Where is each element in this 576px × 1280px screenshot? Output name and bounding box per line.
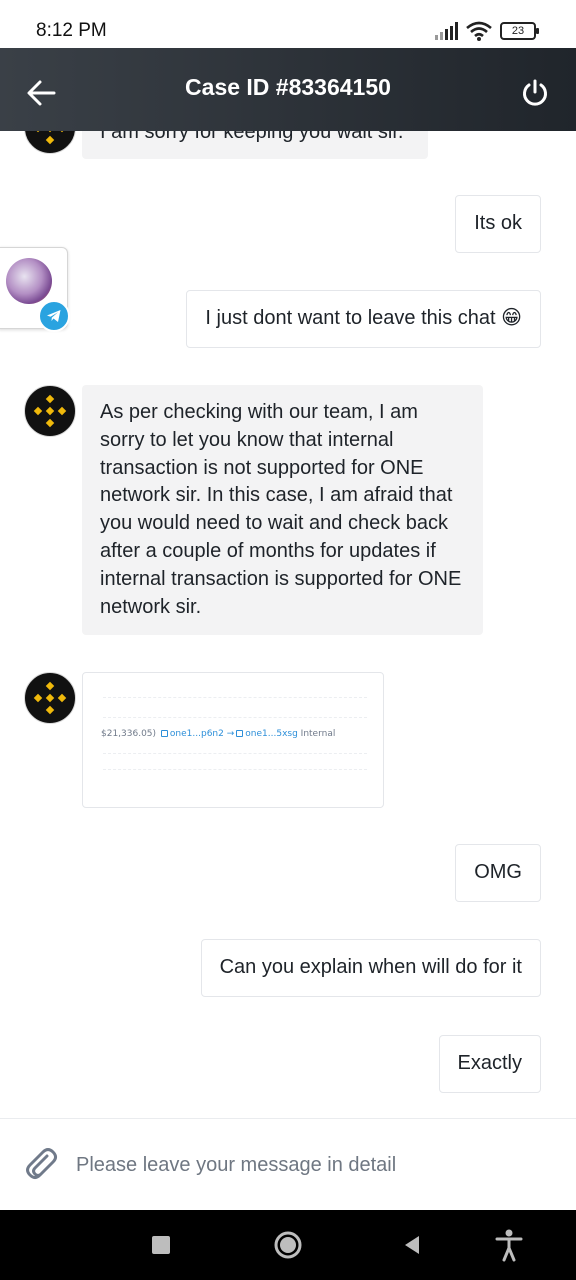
user-message: OMG: [455, 844, 541, 902]
accessibility-icon: [495, 1229, 523, 1262]
square-icon: [152, 1236, 170, 1254]
transaction-amount: $21,336.05): [101, 729, 157, 739]
home-button[interactable]: [271, 1228, 305, 1262]
transaction-to: one1...5xsg: [245, 729, 298, 739]
back-triangle-icon: [405, 1236, 419, 1254]
paperclip-icon[interactable]: [24, 1147, 58, 1183]
status-icons: 23: [435, 20, 539, 42]
user-message: Its ok: [455, 195, 541, 253]
user-message: Exactly: [438, 1035, 541, 1093]
divider: [103, 769, 367, 770]
transaction-row: $21,336.05) one1...p6n2 → one1...5xsg Int…: [101, 729, 335, 739]
transaction-type: Internal: [300, 729, 336, 739]
status-time: 8:12 PM: [36, 20, 107, 41]
binance-logo-icon: [33, 394, 67, 428]
agent-message-partial: I am sorry for keeping you wait sir.: [82, 131, 428, 159]
divider: [103, 717, 367, 718]
message-text: As per checking with our team, I am sorr…: [100, 401, 462, 618]
binance-logo-icon: [33, 681, 67, 715]
wifi-icon: [466, 21, 492, 41]
agent-avatar: [24, 672, 76, 724]
recents-button[interactable]: [144, 1228, 178, 1262]
copy-icon: [236, 730, 244, 737]
message-text: OMG: [474, 861, 522, 883]
back-button[interactable]: [395, 1228, 429, 1262]
signal-icon: [435, 22, 458, 40]
message-text: Can you explain when will do for it: [219, 956, 522, 978]
arrow-icon: →: [226, 729, 235, 739]
message-text: I just dont want to leave this chat 😁: [205, 307, 522, 329]
divider: [103, 697, 367, 698]
agent-avatar: [24, 385, 76, 437]
telegram-icon[interactable]: [38, 300, 70, 332]
page-title: Case ID #83364150: [185, 74, 391, 100]
agent-image-attachment[interactable]: $21,336.05) one1...p6n2 → one1...5xsg Int…: [82, 672, 384, 808]
accessibility-button[interactable]: [492, 1228, 526, 1262]
transaction-from: one1...p6n2: [169, 729, 224, 739]
system-nav-bar: [0, 1210, 576, 1280]
power-icon[interactable]: [520, 78, 550, 108]
message-input[interactable]: [76, 1145, 546, 1185]
message-composer: [0, 1118, 576, 1210]
user-message: I just dont want to leave this chat 😁: [186, 290, 541, 348]
agent-avatar: [24, 131, 76, 154]
user-message: Can you explain when will do for it: [200, 939, 541, 997]
agent-message: As per checking with our team, I am sorr…: [82, 385, 483, 636]
message-text: Its ok: [474, 212, 522, 234]
status-bar: 8:12 PM 23: [0, 0, 576, 48]
binance-logo-icon: [33, 131, 67, 145]
battery-icon: 23: [500, 22, 539, 40]
telegram-floating-widget[interactable]: [0, 247, 70, 332]
copy-icon: [160, 730, 168, 737]
chat-header: Case ID #83364150: [0, 48, 576, 131]
home-circle-icon: [274, 1231, 302, 1259]
message-text: Exactly: [457, 1052, 522, 1074]
widget-image: [6, 258, 52, 304]
message-text: I am sorry for keeping you wait sir.: [100, 131, 404, 143]
chat-messages[interactable]: I am sorry for keeping you wait sir. Its…: [0, 131, 576, 1118]
divider: [103, 753, 367, 754]
